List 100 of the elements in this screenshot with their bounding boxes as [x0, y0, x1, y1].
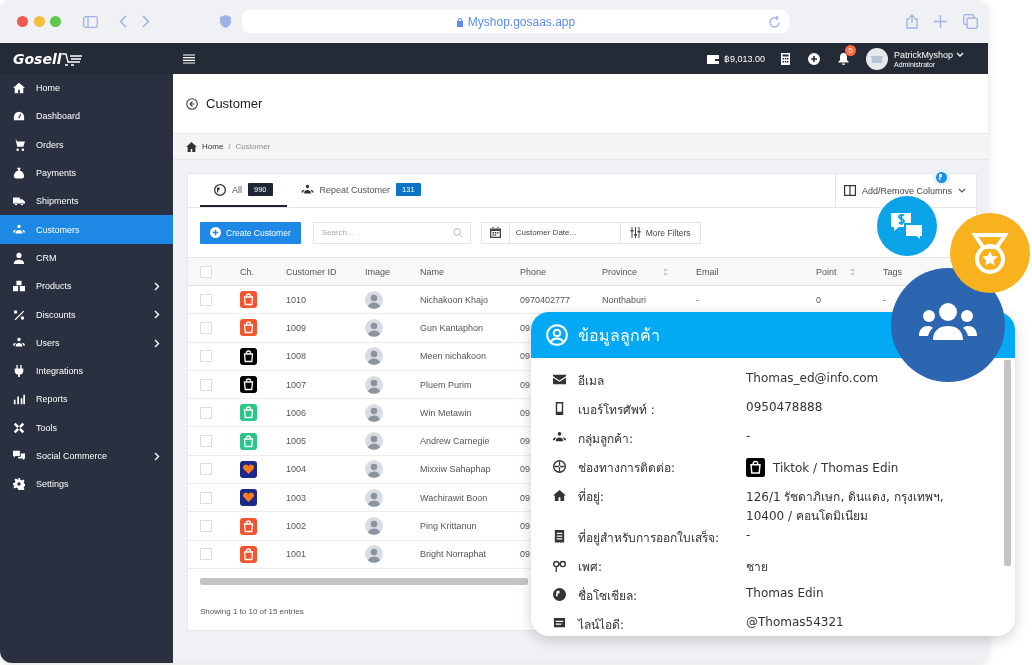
chat-icon — [553, 617, 566, 630]
back-icon[interactable] — [186, 97, 198, 110]
person-icon — [13, 251, 25, 264]
checkbox[interactable] — [200, 265, 212, 278]
avatar-icon — [365, 488, 383, 507]
table-cell: 0 — [816, 294, 821, 305]
checkbox[interactable] — [200, 463, 212, 476]
vertical-scrollbar[interactable] — [1004, 360, 1011, 566]
table-cell: Ping Krittanun — [420, 521, 477, 531]
column-header[interactable]: Name — [420, 266, 444, 277]
settings-icon — [13, 478, 25, 491]
column-header[interactable]: Tags — [883, 266, 902, 277]
caret-icon[interactable] — [956, 51, 964, 57]
chat-icon — [13, 450, 25, 462]
calculator-icon[interactable] — [780, 52, 790, 65]
column-header[interactable]: Province — [602, 266, 637, 277]
sidebar-item[interactable]: Dashboard — [0, 102, 173, 131]
sidebar-item[interactable]: Orders — [0, 130, 173, 159]
checkbox[interactable] — [200, 548, 212, 561]
wallet-icon — [706, 53, 719, 64]
field-value: ชาย — [746, 559, 768, 576]
breadcrumb-link[interactable]: Home — [202, 142, 224, 151]
sidebar-item[interactable]: Products — [0, 272, 173, 301]
breadcrumb-current: Customer — [235, 142, 271, 151]
caret-icon — [958, 188, 966, 193]
checkbox[interactable] — [200, 435, 212, 448]
field-value: @Thomas54321 — [746, 615, 844, 629]
logo: Gosell — [13, 50, 62, 67]
table-cell: 1010 — [286, 294, 307, 305]
users-icon — [13, 223, 25, 236]
shield-icon[interactable] — [220, 15, 231, 28]
field-value: Thomas Edin — [746, 586, 824, 600]
column-header[interactable]: Image — [365, 266, 390, 277]
checkbox[interactable] — [200, 378, 212, 391]
sidebar-toggle-icon[interactable] — [83, 15, 98, 28]
home-icon — [13, 82, 25, 95]
sidebar-item[interactable]: Customers — [0, 215, 173, 244]
user-name[interactable]: PatrickMyshop — [893, 49, 953, 60]
avatar-icon — [365, 545, 383, 564]
column-header[interactable]: Ch. — [240, 266, 254, 277]
sort-icon[interactable] — [663, 267, 668, 276]
sidebar-item[interactable]: Integrations — [0, 356, 173, 386]
field-label: ที่อยู่: — [578, 487, 606, 506]
share-icon[interactable] — [906, 14, 918, 29]
table-cell: 1004 — [286, 464, 307, 475]
sidebar-item[interactable]: Shipments — [0, 187, 173, 216]
minimize-button[interactable] — [33, 16, 45, 27]
field-label: ไลน์ไอดี: — [578, 617, 626, 634]
checkbox[interactable] — [200, 321, 212, 334]
sidebar-item[interactable]: Users — [0, 328, 173, 357]
checkbox[interactable] — [200, 520, 212, 532]
sidebar-item[interactable]: Social Commerce — [0, 441, 173, 471]
sidebar-item[interactable]: Settings — [0, 470, 173, 499]
checkbox[interactable] — [200, 350, 212, 363]
avatar-icon — [365, 290, 383, 309]
sidebar-item[interactable]: Home — [0, 74, 173, 103]
plus-icon[interactable] — [934, 15, 947, 28]
percent-icon — [13, 308, 25, 321]
table-cell: 09 — [520, 322, 530, 333]
column-header[interactable]: Email — [696, 266, 719, 277]
money-bag-icon — [13, 167, 25, 180]
avatar-icon — [365, 432, 383, 451]
sidebar-item[interactable]: Tools — [0, 413, 173, 442]
column-header[interactable]: Phone — [520, 266, 547, 277]
sidebar-item[interactable]: CRM — [0, 243, 173, 273]
table-cell: 09 — [520, 436, 530, 447]
bell-icon[interactable] — [837, 52, 849, 65]
close-button[interactable] — [17, 16, 28, 27]
more-filters-button[interactable]: More Filters — [620, 221, 701, 244]
truck-icon — [13, 195, 25, 208]
search-icon — [452, 227, 463, 238]
sort-icon[interactable] — [850, 267, 855, 276]
field-label: กลุ่มลูกค้า: — [578, 431, 635, 448]
create-customer-button[interactable]: Create Customer — [200, 221, 301, 244]
horizontal-scrollbar[interactable] — [200, 577, 528, 585]
reload-icon[interactable] — [769, 15, 781, 28]
column-header[interactable]: Customer ID — [286, 266, 337, 277]
maximize-button[interactable] — [50, 16, 61, 27]
boxes-icon — [13, 280, 25, 293]
field-label: ช่องทางการติดต่อ: — [578, 460, 677, 477]
sidebar-item[interactable]: Payments — [0, 158, 173, 188]
sidebar-item[interactable]: Reports — [0, 385, 173, 414]
table-cell: 09 — [520, 492, 530, 503]
checkbox[interactable] — [200, 406, 212, 419]
checkbox[interactable] — [200, 293, 212, 306]
store-avatar-icon[interactable] — [865, 47, 888, 70]
forward-icon[interactable] — [142, 15, 150, 28]
page-title: Customer — [206, 96, 263, 111]
calendar-button[interactable] — [480, 221, 510, 244]
date-field[interactable]: Customer Date... — [509, 221, 621, 244]
checkbox[interactable] — [200, 491, 212, 504]
add-icon[interactable] — [807, 52, 820, 65]
tabs-icon[interactable] — [963, 14, 978, 29]
field-label: เบอร์โทรศัพท์ : — [578, 402, 656, 419]
sidebar-item[interactable]: Discounts — [0, 300, 173, 329]
chat-dollar-icon — [877, 196, 937, 256]
gauge-icon — [13, 110, 25, 123]
search-field[interactable]: Search... — [312, 221, 471, 244]
menu-icon[interactable] — [183, 53, 195, 64]
column-header[interactable]: Point — [816, 266, 837, 277]
